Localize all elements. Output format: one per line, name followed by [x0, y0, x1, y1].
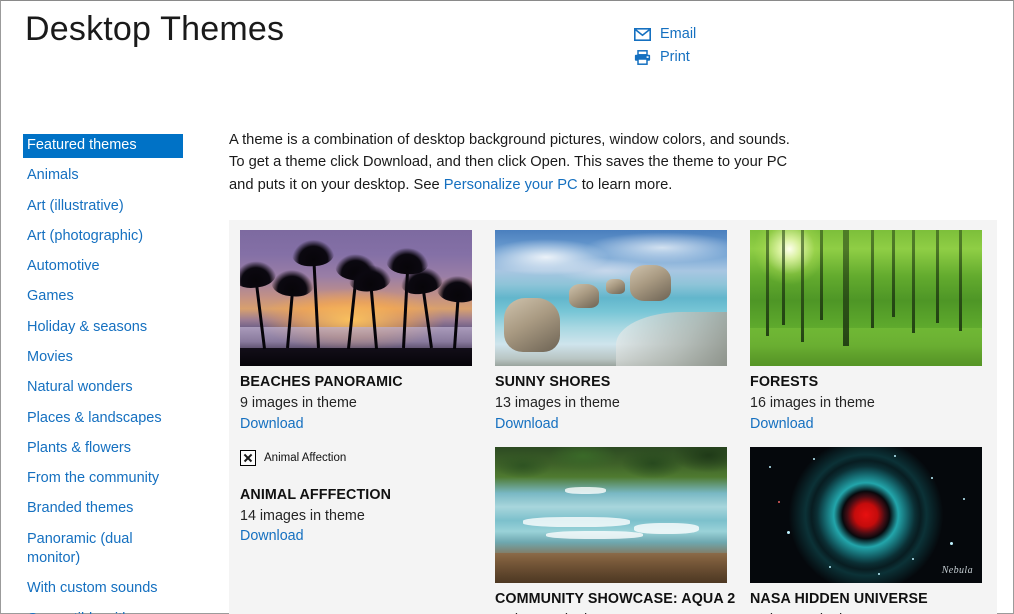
sidebar-item-games[interactable]: Games — [23, 285, 183, 309]
theme-title: COMMUNITY SHOWCASE: AQUA 2 — [495, 590, 736, 607]
river-bank — [495, 552, 727, 583]
category-sidebar: Featured themes Animals Art (illustrativ… — [23, 134, 183, 614]
sea-rock — [569, 284, 600, 308]
sea-rock — [629, 265, 672, 301]
star — [828, 566, 831, 569]
theme-title: NASA HIDDEN UNIVERSE — [750, 590, 928, 607]
waterfall-step — [522, 517, 630, 527]
theme-card: Nebula NASA HIDDEN UNIVERSE 14 images in… — [739, 446, 994, 614]
print-action-label: Print — [660, 48, 690, 65]
tree-trunk — [782, 230, 786, 326]
sidebar-item-branded-themes[interactable]: Branded themes — [23, 497, 183, 521]
broken-image-icon — [240, 449, 256, 466]
theme-panel: BEACHES PANORAMIC 9 images in theme Down… — [229, 220, 997, 614]
sidebar-item-movies[interactable]: Movies — [23, 346, 183, 370]
star — [949, 541, 953, 545]
sidebar-item-compatible-windows-7[interactable]: Compatible with Windows 7 — [23, 608, 183, 614]
printer-icon — [634, 49, 651, 65]
sidebar-item-natural-wonders[interactable]: Natural wonders — [23, 376, 183, 400]
theme-card: BEACHES PANORAMIC 9 images in theme Down… — [229, 230, 484, 445]
sidebar-item-plants-flowers[interactable]: Plants & flowers — [23, 437, 183, 461]
theme-card: FORESTS 16 images in theme Download — [739, 230, 994, 445]
waterfall-step — [546, 530, 644, 540]
broken-image-alt-text: Animal Affection — [264, 451, 347, 464]
tree-trunk — [870, 230, 874, 328]
header-actions: Email Print — [634, 27, 696, 65]
tree-trunk — [935, 230, 939, 323]
star — [812, 457, 815, 460]
sidebar-item-panoramic-dual-monitor[interactable]: Panoramic (dual monitor) — [23, 528, 183, 572]
theme-title: FORESTS — [750, 374, 819, 391]
tree-trunk — [766, 230, 770, 337]
broken-image-placeholder[interactable]: Animal Affection — [240, 447, 472, 469]
intro-paragraph: A theme is a combination of desktop back… — [229, 129, 794, 196]
download-link[interactable]: Download — [240, 416, 304, 432]
theme-card: Animal Affection ANIMAL AFFFECTION 14 im… — [229, 447, 484, 614]
intro-text-part2: to learn more. — [577, 176, 673, 193]
jungle-canopy — [495, 446, 727, 493]
star — [787, 530, 791, 534]
star — [912, 558, 915, 561]
image-signature: Nebula — [941, 564, 973, 576]
star — [893, 454, 896, 457]
email-action-label: Email — [660, 26, 697, 42]
sidebar-item-holiday-seasons[interactable]: Holiday & seasons — [23, 316, 183, 340]
waterfall-step — [634, 522, 700, 534]
sidebar-item-art-photographic[interactable]: Art (photographic) — [23, 225, 183, 249]
tree-trunk — [912, 230, 916, 334]
theme-title: BEACHES PANORAMIC — [240, 374, 403, 391]
desktop-themes-page: { "header": { "title": "Desktop Themes",… — [0, 0, 1014, 614]
helix-nebula-thumbnail[interactable]: Nebula — [750, 446, 982, 583]
download-link[interactable]: Download — [240, 528, 304, 544]
print-action[interactable]: Print — [634, 48, 696, 65]
sidebar-item-from-the-community[interactable]: From the community — [23, 467, 183, 491]
pebble-beach — [615, 311, 727, 367]
star — [777, 501, 780, 504]
theme-title: ANIMAL AFFFECTION — [240, 486, 392, 503]
jungle-waterfall-cascade-thumbnail[interactable] — [495, 446, 727, 583]
theme-card: SUNNY SHORES 13 images in theme Download — [484, 230, 739, 445]
download-link[interactable]: Download — [750, 416, 814, 432]
tree-trunk — [958, 230, 962, 331]
sidebar-item-places-landscapes[interactable]: Places & landscapes — [23, 407, 183, 431]
sidebar-item-art-illustrative[interactable]: Art (illustrative) — [23, 195, 183, 219]
tree-trunk — [819, 230, 823, 320]
email-action[interactable]: Email — [634, 27, 696, 42]
page-title: Desktop Themes — [25, 10, 285, 48]
star — [930, 476, 933, 479]
rocky-coast-turquoise-sea-thumbnail[interactable] — [495, 230, 727, 367]
beach-sunset-palms-thumbnail[interactable] — [240, 230, 472, 367]
theme-count: 14 images in theme — [240, 507, 365, 524]
tree-trunk — [891, 230, 895, 318]
sidebar-item-automotive[interactable]: Automotive — [23, 255, 183, 279]
envelope-icon — [634, 27, 651, 41]
personalize-your-pc-link[interactable]: Personalize your PC — [444, 177, 578, 193]
tree-trunk — [842, 230, 849, 346]
star — [877, 573, 880, 576]
sidebar-item-featured-themes[interactable]: Featured themes — [23, 134, 183, 159]
sea-rock — [606, 278, 625, 294]
theme-title: SUNNY SHORES — [495, 374, 611, 391]
waterfall-step — [564, 487, 607, 495]
theme-card: COMMUNITY SHOWCASE: AQUA 2 12 images in … — [484, 446, 739, 614]
page-header: Desktop Themes Email Print — [1, 1, 1013, 111]
download-link[interactable]: Download — [495, 416, 559, 432]
forest-floor — [750, 327, 982, 367]
sunlit-green-forest-thumbnail[interactable] — [750, 230, 982, 367]
sidebar-item-with-custom-sounds[interactable]: With custom sounds — [23, 577, 183, 601]
star — [768, 465, 771, 468]
theme-grid: BEACHES PANORAMIC 9 images in theme Down… — [229, 230, 997, 614]
sea-band — [240, 326, 472, 349]
sidebar-item-animals[interactable]: Animals — [23, 164, 183, 188]
main-content: A theme is a combination of desktop back… — [229, 129, 997, 614]
star — [963, 498, 966, 501]
shore-band — [240, 348, 472, 367]
theme-count: 16 images in theme — [750, 395, 875, 412]
tree-trunk — [801, 230, 805, 342]
theme-count: 9 images in theme — [240, 395, 357, 412]
theme-count: 13 images in theme — [495, 395, 620, 412]
sea-rock — [504, 298, 560, 353]
